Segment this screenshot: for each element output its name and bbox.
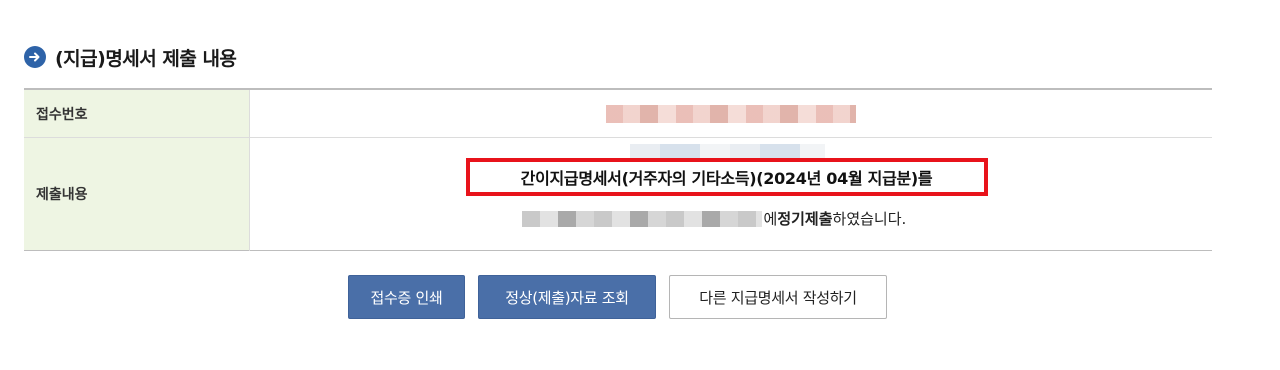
content-suffix-1: 에 <box>763 210 778 228</box>
section-header: (지급)명세서 제출 내용 <box>24 42 237 72</box>
receipt-number-label: 접수번호 <box>24 89 250 138</box>
masked-top-text <box>629 144 825 158</box>
submission-content-value: 간이지급명세서(거주자의 기타소득)(2024년 04월 지급분)를 에 정기제… <box>249 138 1212 251</box>
submission-info-table: 접수번호 제출내용 간이지급명세서(거주자의 기타소득)(2024년 04월 지… <box>24 88 1212 251</box>
content-suffix-2: 하였습니다. <box>832 210 907 228</box>
receipt-number-value <box>249 89 1212 138</box>
submission-content-label: 제출내용 <box>24 137 250 251</box>
action-buttons: 접수증 인쇄 정상(제출)자료 조회 다른 지급명세서 작성하기 <box>348 275 887 319</box>
highlight-box: 간이지급명세서(거주자의 기타소득)(2024년 04월 지급분)를 <box>465 158 988 196</box>
masked-organization <box>521 210 762 227</box>
view-submitted-data-button[interactable]: 정상(제출)자료 조회 <box>478 275 656 319</box>
masked-receipt-number <box>605 104 856 123</box>
table-row-content: 제출내용 간이지급명세서(거주자의 기타소득)(2024년 04월 지급분)를 … <box>24 137 1212 251</box>
section-title: (지급)명세서 제출 내용 <box>55 47 237 70</box>
submission-content-line2: 에 정기제출 하였습니다. <box>521 208 907 229</box>
table-row-receipt: 접수번호 <box>24 89 1212 138</box>
write-other-statement-button[interactable]: 다른 지급명세서 작성하기 <box>669 275 887 319</box>
print-receipt-button[interactable]: 접수증 인쇄 <box>348 275 465 319</box>
arrow-right-circle-icon <box>24 46 46 68</box>
submission-type: 정기제출 <box>777 210 833 228</box>
submission-content-main: 간이지급명세서(거주자의 기타소득)(2024년 04월 지급분)를 <box>520 169 933 188</box>
